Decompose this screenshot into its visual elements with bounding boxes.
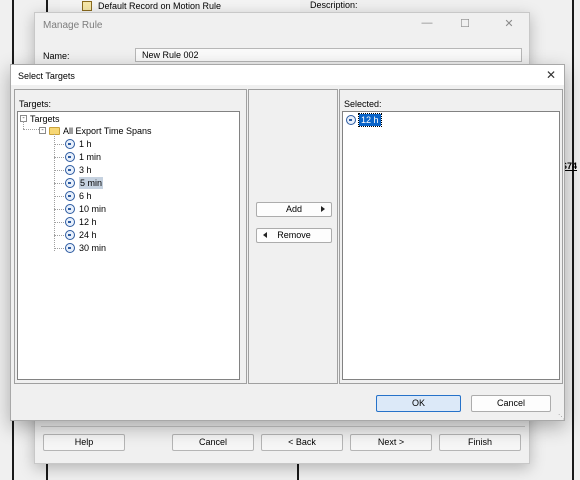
next-button[interactable]: Next > [350, 434, 432, 451]
cancel-button[interactable]: Cancel [471, 395, 551, 412]
dialog-title: Select Targets [18, 71, 75, 81]
window-title: Manage Rule [43, 20, 103, 31]
tree-root-label: Targets [30, 114, 60, 124]
time-span-icon [65, 139, 75, 149]
tree-connector [23, 129, 39, 130]
tree-connector [54, 222, 64, 223]
dialog-titlebar: Select Targets ✕ [11, 65, 564, 85]
tree-item-label: 10 min [79, 204, 107, 214]
add-button[interactable]: Add [256, 202, 332, 217]
close-icon[interactable]: ✕ [499, 17, 519, 30]
background-divider [572, 0, 574, 480]
background-tree-item[interactable]: Default Record on Motion Rule [60, 0, 300, 12]
tree-connector [54, 209, 64, 210]
help-button[interactable]: Help [43, 434, 125, 451]
time-span-icon [65, 178, 75, 188]
tree-item-label: 24 h [79, 230, 97, 240]
name-input[interactable]: New Rule 002 [135, 48, 522, 62]
tree-connector [54, 134, 55, 251]
tree-item-label: 1 h [79, 139, 92, 149]
tree-connector [54, 157, 64, 158]
background-description-label: Description: [310, 0, 358, 10]
ok-button[interactable]: OK [376, 395, 461, 412]
resize-grip-icon[interactable]: ⋱ [558, 413, 565, 421]
arrow-right-icon [321, 206, 325, 212]
tree-folder-label: All Export Time Spans [63, 126, 152, 136]
rule-icon [82, 1, 92, 11]
arrow-left-icon [263, 232, 267, 238]
tree-item-label: 3 h [79, 165, 92, 175]
time-span-icon [65, 204, 75, 214]
minimize-icon[interactable]: — [417, 17, 437, 29]
maximize-icon[interactable]: ☐ [455, 17, 475, 30]
back-button[interactable]: < Back [261, 434, 343, 451]
selected-item-label: 12 h [358, 113, 382, 127]
time-span-icon [65, 191, 75, 201]
name-label: Name: [43, 51, 70, 61]
time-span-icon [65, 165, 75, 175]
selected-list[interactable]: 12 h [342, 111, 560, 380]
tree-item-label: 1 min [79, 152, 102, 162]
time-span-icon [346, 115, 356, 125]
selected-panel: Selected: 12 h [339, 89, 563, 384]
targets-panel: Targets: - Targets - All Export Time Spa… [14, 89, 247, 384]
time-span-icon [65, 230, 75, 240]
remove-button-label: Remove [277, 230, 311, 240]
time-span-icon [65, 243, 75, 253]
finish-button[interactable]: Finish [439, 434, 521, 451]
remove-button[interactable]: Remove [256, 228, 332, 243]
tree-connector [54, 248, 64, 249]
add-button-label: Add [285, 204, 302, 214]
time-span-icon [65, 217, 75, 227]
tree-connector [54, 196, 64, 197]
tree-item-label: 6 h [79, 191, 92, 201]
targets-label: Targets: [19, 99, 52, 109]
tree-connector [54, 183, 64, 184]
tree-item-label: 12 h [79, 217, 97, 227]
selected-label: Selected: [344, 99, 382, 109]
targets-tree[interactable]: - Targets - All Export Time Spans 1 h1 m… [17, 111, 240, 380]
tree-connector [54, 235, 64, 236]
transfer-panel: Add Remove [248, 89, 338, 384]
tree-connector [54, 144, 64, 145]
collapse-icon[interactable]: - [39, 127, 46, 134]
cancel-button[interactable]: Cancel [172, 434, 254, 451]
close-icon[interactable]: ✕ [546, 68, 556, 82]
tree-connector [54, 170, 64, 171]
background-tree-item-label: Default Record on Motion Rule [98, 1, 222, 11]
tree-connector [23, 121, 24, 129]
tree-item-label: 5 min [79, 177, 104, 189]
tree-item-label: 30 min [79, 243, 107, 253]
time-span-icon [65, 152, 75, 162]
footer-divider [41, 426, 525, 427]
select-targets-dialog: Select Targets ✕ Targets: - Targets - Al… [10, 64, 565, 421]
